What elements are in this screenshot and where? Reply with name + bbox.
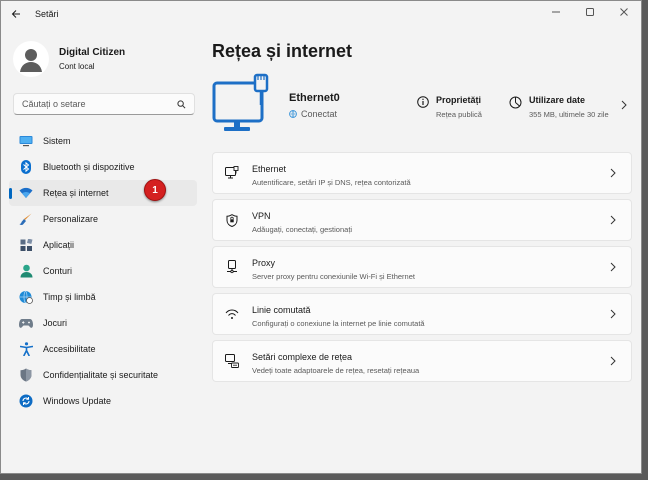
card-subtitle: Vedeți toate adaptoarele de rețea, reset… [252, 366, 420, 375]
globe-clock-icon [19, 290, 33, 304]
card-title: Ethernet [252, 164, 287, 174]
dialup-icon [225, 307, 239, 321]
sidebar-item-label: Confidențialitate și securitate [43, 370, 159, 380]
card-subtitle: Adăugați, conectați, gestionați [252, 225, 353, 234]
sidebar-item-apps[interactable]: Aplicații [9, 232, 197, 258]
window-title: Setări [35, 9, 59, 19]
sidebar-item-label: Conturi [43, 266, 73, 276]
accessibility-icon [19, 342, 33, 356]
maximize-icon [586, 8, 594, 16]
search-box[interactable] [13, 93, 195, 115]
bluetooth-icon [19, 160, 33, 174]
card-title: Proxy [252, 258, 276, 268]
vpn-shield-icon [225, 213, 239, 227]
data-usage-icon [509, 96, 522, 109]
chevron-right-icon [610, 262, 616, 272]
sidebar-item-network[interactable]: Rețea și internet [9, 180, 197, 206]
chevron-right-icon [610, 356, 616, 366]
ethernet-device-image [212, 73, 274, 135]
window-controls [539, 1, 641, 23]
monitor-icon [19, 134, 33, 148]
chevron-right-icon [610, 309, 616, 319]
status-text: Conectat [301, 109, 338, 119]
wifi-icon [19, 186, 33, 200]
data-usage-link[interactable]: Utilizare date 355 MB, ultimele 30 zile [509, 95, 609, 119]
back-button[interactable] [7, 6, 25, 22]
apps-icon [19, 238, 33, 252]
sidebar-item-bluetooth[interactable]: Bluetooth și dispozitive [9, 154, 197, 180]
minimize-icon [552, 11, 560, 13]
card-title: Linie comutată [252, 305, 311, 315]
card-subtitle: Configurați o conexiune la internet pe l… [252, 319, 425, 328]
info-icon [417, 96, 429, 108]
sidebar-item-label: Rețea și internet [43, 188, 109, 198]
update-icon [19, 394, 33, 408]
back-arrow-icon [11, 10, 20, 18]
card-dialup[interactable]: Linie comutată Configurați o conexiune l… [212, 293, 632, 335]
avatar [13, 41, 49, 77]
ethernet-computer-icon [212, 73, 269, 131]
properties-title: Proprietăți [436, 95, 482, 105]
card-title: Setări complexe de rețea [252, 352, 353, 362]
sidebar-item-system[interactable]: Sistem [9, 128, 197, 154]
sidebar-item-label: Accesibilitate [43, 344, 96, 354]
sidebar-item-label: Personalizare [43, 214, 99, 224]
sidebar-item-personalization[interactable]: Personalizare [9, 206, 197, 232]
sidebar-item-label: Sistem [43, 136, 71, 146]
close-button[interactable] [607, 1, 641, 23]
card-title: VPN [252, 211, 271, 221]
settings-window: Setări Digital Citizen Cont local Căutaț… [0, 0, 642, 474]
sidebar-item-label: Bluetooth și dispozitive [43, 162, 135, 172]
proxy-icon [225, 260, 239, 274]
title-bar: Setări [1, 1, 641, 27]
sidebar-item-accessibility[interactable]: Accesibilitate [9, 336, 197, 362]
card-advanced-network[interactable]: Setări complexe de rețea Vedeți toate ad… [212, 340, 632, 382]
properties-subtitle: Rețea publică [436, 110, 482, 119]
sidebar-item-label: Windows Update [43, 396, 112, 406]
properties-link[interactable]: Proprietăți Rețea publică [417, 95, 482, 119]
sidebar-item-windows-update[interactable]: Windows Update [9, 388, 197, 414]
chevron-right-icon [621, 100, 627, 110]
sidebar-item-accounts[interactable]: Conturi [9, 258, 197, 284]
sidebar-item-label: Aplicații [43, 240, 75, 250]
card-proxy[interactable]: Proxy Server proxy pentru conexiunile Wi… [212, 246, 632, 288]
brush-icon [19, 212, 33, 226]
annotation-badge-1: 1 [144, 179, 166, 201]
person-icon [19, 264, 33, 278]
page-title: Rețea și internet [212, 41, 353, 61]
chevron-right-icon [610, 168, 616, 178]
user-profile[interactable]: Digital Citizen Cont local [13, 40, 125, 78]
shield-icon [19, 368, 33, 382]
data-usage-subtitle: 355 MB, ultimele 30 zile [529, 110, 609, 119]
connection-status: Conectat [289, 109, 337, 119]
gamepad-icon [19, 316, 33, 330]
data-usage-title: Utilizare date [529, 95, 586, 105]
sidebar-item-label: Timp și limbă [43, 292, 96, 302]
search-icon [177, 99, 186, 108]
sidebar-item-gaming[interactable]: Jocuri [9, 310, 197, 336]
device-name: Ethernet0 [289, 92, 340, 104]
sidebar-item-privacy[interactable]: Confidențialitate și securitate [9, 362, 197, 388]
profile-name: Digital Citizen [59, 47, 126, 58]
close-icon [620, 8, 628, 16]
sidebar-item-time-language[interactable]: Timp și limbă [9, 284, 197, 310]
ethernet-icon [225, 166, 239, 180]
chevron-right-icon [610, 215, 616, 225]
card-vpn[interactable]: VPN Adăugați, conectați, gestionați [212, 199, 632, 241]
settings-cards: Ethernet Autentificare, setări IP și DNS… [212, 152, 632, 387]
search-input[interactable] [22, 99, 177, 109]
card-subtitle: Server proxy pentru conexiunile Wi-Fi și… [252, 272, 415, 281]
network-adapter-icon [225, 354, 239, 368]
card-subtitle: Autentificare, setări IP și DNS, rețea c… [252, 178, 411, 187]
sidebar-nav: Sistem Bluetooth și dispozitive Rețea și… [9, 128, 197, 414]
maximize-button[interactable] [573, 1, 607, 23]
sidebar-item-label: Jocuri [43, 318, 68, 328]
card-ethernet[interactable]: Ethernet Autentificare, setări IP și DNS… [212, 152, 632, 194]
profile-account-type: Cont local [59, 62, 95, 71]
user-avatar-icon [20, 49, 42, 72]
connected-globe-icon [289, 110, 297, 118]
minimize-button[interactable] [539, 1, 573, 23]
